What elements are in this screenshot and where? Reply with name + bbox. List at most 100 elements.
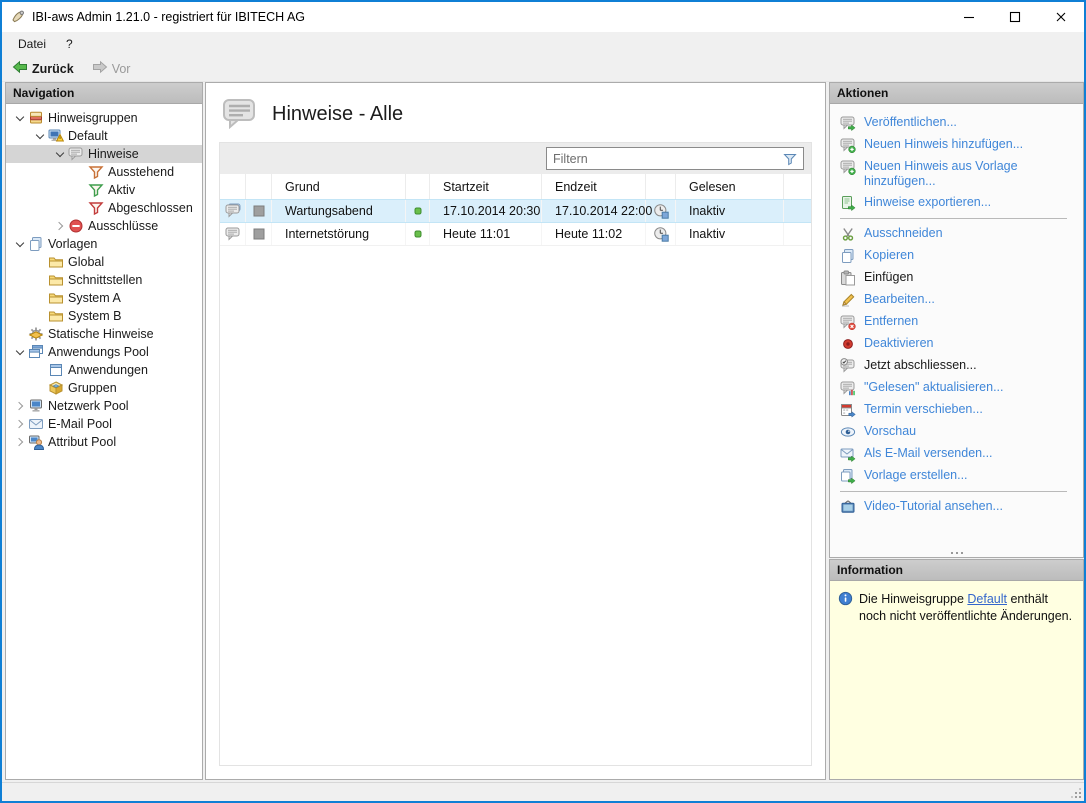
folder-icon [48,254,64,270]
chevron-expanded-icon[interactable] [12,110,28,126]
tree-item-system-a[interactable]: System A [6,289,202,307]
tree-item-global[interactable]: Global [6,253,202,271]
action-label: Entfernen [864,314,919,328]
tree-item-label: Ausstehend [108,165,175,179]
forward-button[interactable]: Vor [88,57,135,80]
action-label: Vorschau [864,424,917,438]
action-termin-verschieben[interactable]: Termin verschieben... [838,399,1077,421]
folder-icon [48,272,64,288]
toolbar: Zurück Vor [2,56,1084,82]
folder-icon [48,308,64,324]
action-video-tutorial-ansehen[interactable]: Video-Tutorial ansehen... [838,496,1077,518]
menu-help[interactable]: ? [58,34,81,54]
filter-input[interactable] [547,151,782,166]
close-button[interactable] [1038,2,1084,32]
app-window: IBI-aws Admin 1.21.0 - registriert für I… [0,0,1086,803]
window-title: IBI-aws Admin 1.21.0 - registriert für I… [32,10,306,24]
forward-button-label: Vor [111,61,131,76]
actions-list: Veröffentlichen... Neuen Hinweis hinzufü… [830,104,1083,557]
tree-item-hinweise[interactable]: Hinweise [6,145,202,163]
chevron-placeholder [72,164,88,180]
action-label: Ausschneiden [864,226,943,240]
action-als-e-mail-versenden[interactable]: Als E-Mail versenden... [838,443,1077,465]
application-icon [48,362,64,378]
tree-item-system-b[interactable]: System B [6,307,202,325]
tree-item-netzwerk-pool[interactable]: Netzwerk Pool [6,397,202,415]
minimize-button[interactable] [946,2,992,32]
actions-separator [840,491,1067,492]
column-header-gelesen[interactable]: Gelesen [676,174,784,199]
info-icon [838,591,853,609]
action-jetzt-abschliessen[interactable]: Jetzt abschliessen... [838,355,1077,377]
chevron-placeholder [32,254,48,270]
gray-square-icon [246,200,272,222]
cell-grund: Internetstörung [272,223,406,245]
action-vorlage-erstellen[interactable]: Vorlage erstellen... [838,465,1077,487]
tree-item-gruppen[interactable]: Gruppen [6,379,202,397]
information-header: Information [830,560,1083,581]
action-label: "Gelesen" aktualisieren... [864,380,1004,394]
chevron-expanded-icon[interactable] [12,236,28,252]
action-neuen-hinweis-hinzufügen[interactable]: Neuen Hinweis hinzufügen... [838,134,1077,156]
action-label: Termin verschieben... [864,402,983,416]
tree-item-anwendungen[interactable]: Anwendungen [6,361,202,379]
action-deaktivieren[interactable]: Deaktivieren [838,333,1077,355]
action-ausschneiden[interactable]: Ausschneiden [838,223,1077,245]
cell-gelesen: Inaktiv [676,200,784,222]
action-bearbeiten[interactable]: Bearbeiten... [838,289,1077,311]
tree-item-aktiv[interactable]: Aktiv [6,181,202,199]
table-row-internetstörung[interactable]: Internetstörung Heute 11:01 Heute 11:02 Ina… [220,223,811,246]
cell-endzeit: Heute 11:02 [542,223,646,245]
preview-icon [840,424,856,440]
app-icon [10,9,26,25]
menu-datei[interactable]: Datei [10,34,54,54]
tree-item-ausstehend[interactable]: Ausstehend [6,163,202,181]
action-hinweise-exportieren[interactable]: Hinweise exportieren... [838,192,1077,214]
table-row-wartungsabend[interactable]: Wartungsabend 17.10.2014 20:30 17.10.2014 … [220,199,811,223]
chevron-placeholder [32,290,48,306]
action-neuen-hinweis-aus-vorlage-hinzufügen[interactable]: Neuen Hinweis aus Vorlage hinzufügen... [838,156,1077,192]
cell-filler [784,200,811,222]
tree-item-default[interactable]: Default [6,127,202,145]
action-einfügen[interactable]: Einfügen [838,267,1077,289]
tree-item-e-mail-pool[interactable]: E-Mail Pool [6,415,202,433]
chevron-expanded-icon[interactable] [12,344,28,360]
action-kopieren[interactable]: Kopieren [838,245,1077,267]
tree-item-label: Anwendungen [68,363,148,377]
tree-item-schnittstellen[interactable]: Schnittstellen [6,271,202,289]
action-vorschau[interactable]: Vorschau [838,421,1077,443]
action-veröffentlichen[interactable]: Veröffentlichen... [838,112,1077,134]
tree-item-ausschlüsse[interactable]: Ausschlüsse [6,217,202,235]
tree-item-vorlagen[interactable]: Vorlagen [6,235,202,253]
column-header-endzeit[interactable]: Endzeit [542,174,646,199]
folder-icon [48,290,64,306]
maximize-button[interactable] [992,2,1038,32]
filter-funnel-icon[interactable] [782,151,798,167]
chevron-collapsed-icon[interactable] [52,218,68,234]
column-header-grund[interactable]: Grund [272,174,406,199]
chevron-collapsed-icon[interactable] [12,416,28,432]
tree-item-attribut-pool[interactable]: Attribut Pool [6,433,202,451]
title-bar: IBI-aws Admin 1.21.0 - registriert für I… [2,2,1084,32]
action-label: Einfügen [864,270,914,284]
tree-item-abgeschlossen[interactable]: Abgeschlossen [6,199,202,217]
action-entfernen[interactable]: Entfernen [838,311,1077,333]
action-label: Video-Tutorial ansehen... [864,499,1003,513]
chevron-collapsed-icon[interactable] [12,398,28,414]
chevron-collapsed-icon[interactable] [12,434,28,450]
funnel-green-icon [88,182,104,198]
default-group-link[interactable]: Default [967,592,1007,606]
tree-item-hinweisgruppen[interactable]: Hinweisgruppen [6,109,202,127]
tree-item-label: Hinweisgruppen [48,111,138,125]
column-header-startzeit[interactable]: Startzeit [430,174,542,199]
action-gelesen-aktualisieren[interactable]: "Gelesen" aktualisieren... [838,377,1077,399]
chevron-expanded-icon[interactable] [52,146,68,162]
tree-item-anwendungs-pool[interactable]: Anwendungs Pool [6,343,202,361]
tree-item-statische-hinweise[interactable]: Statische Hinweise [6,325,202,343]
chevron-expanded-icon[interactable] [32,128,48,144]
resize-grip[interactable] [1070,787,1082,799]
panel-splitter[interactable] [830,549,1083,557]
tree-item-label: Ausschlüsse [88,219,159,233]
action-label: Jetzt abschliessen... [864,358,977,372]
back-button[interactable]: Zurück [8,57,78,80]
